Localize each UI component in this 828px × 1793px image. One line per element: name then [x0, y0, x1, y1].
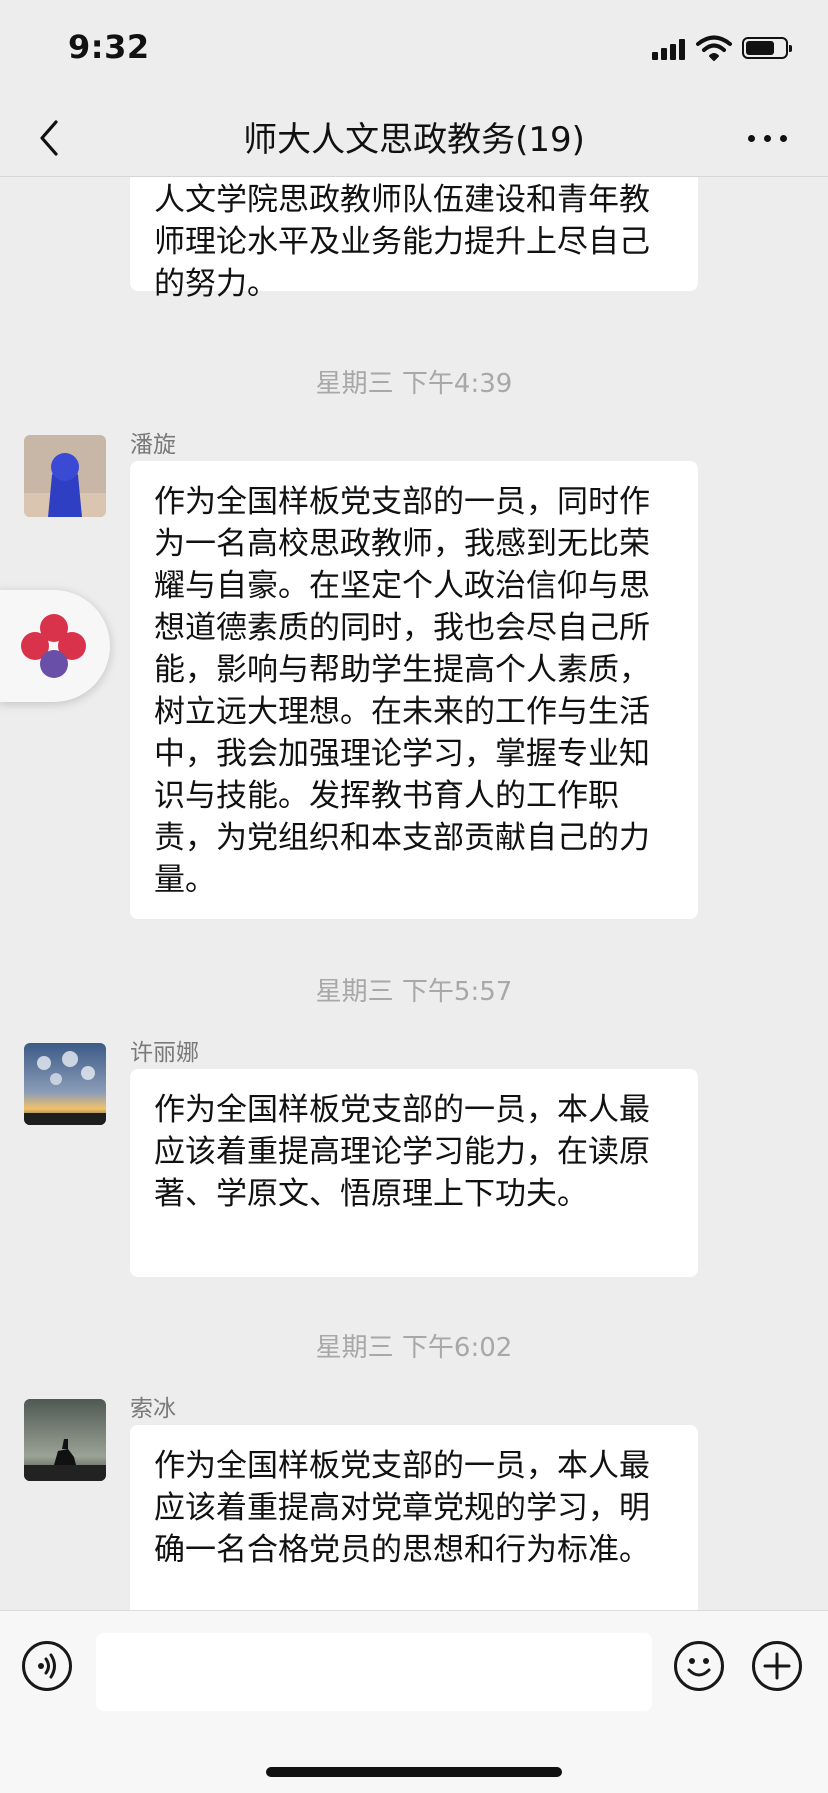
message-bubble[interactable]: 作为全国样板党支部的一员，本人最应该着重提高对党章党规的学习，明确一名合格党员的… — [130, 1425, 698, 1610]
cellular-signal-icon — [652, 38, 688, 60]
avatar[interactable] — [24, 1399, 106, 1481]
message-timestamp: 星期三 下午4:39 — [315, 369, 513, 399]
avatar[interactable] — [24, 435, 106, 517]
more-options-icon[interactable] — [744, 116, 792, 160]
status-bar: 9:32 — [0, 0, 828, 100]
emoji-icon[interactable] — [674, 1641, 724, 1691]
avatar[interactable] — [24, 1043, 106, 1125]
message-bubble[interactable]: 作为全国样板党支部的一员，同时作为一名高校思政教师，我感到无比荣耀与自豪。在坚定… — [130, 461, 698, 919]
message-timestamp: 星期三 下午5:57 — [315, 977, 513, 1007]
sender-name: 潘旋 — [130, 432, 176, 458]
message-timestamp: 星期三 下午6:02 — [315, 1333, 513, 1363]
message-input[interactable] — [96, 1633, 652, 1711]
input-bar — [0, 1610, 828, 1793]
nav-bar: 师大人文思政教务(19) — [0, 100, 828, 177]
floating-window-logo-icon — [21, 614, 86, 678]
home-indicator[interactable] — [266, 1767, 562, 1777]
plus-icon[interactable] — [752, 1641, 802, 1691]
voice-icon[interactable] — [22, 1641, 72, 1691]
sender-name: 索冰 — [130, 1396, 176, 1422]
message-bubble[interactable]: 人文学院思政教师队伍建设和青年教师理论水平及业务能力提升上尽自己的努力。 — [130, 177, 698, 302]
battery-icon — [742, 37, 792, 59]
wifi-icon — [696, 35, 732, 61]
chat-title: 师大人文思政教务(19) — [243, 120, 585, 160]
sender-name: 许丽娜 — [130, 1040, 199, 1066]
chat-history[interactable]: 人文学院思政教师队伍建设和青年教师理论水平及业务能力提升上尽自己的努力。 星期三… — [0, 177, 828, 1610]
status-time: 9:32 — [68, 28, 150, 66]
floating-window-button[interactable] — [0, 590, 110, 702]
message-bubble[interactable]: 作为全国样板党支部的一员，本人最应该着重提高理论学习能力，在读原著、学原文、悟原… — [130, 1069, 698, 1277]
